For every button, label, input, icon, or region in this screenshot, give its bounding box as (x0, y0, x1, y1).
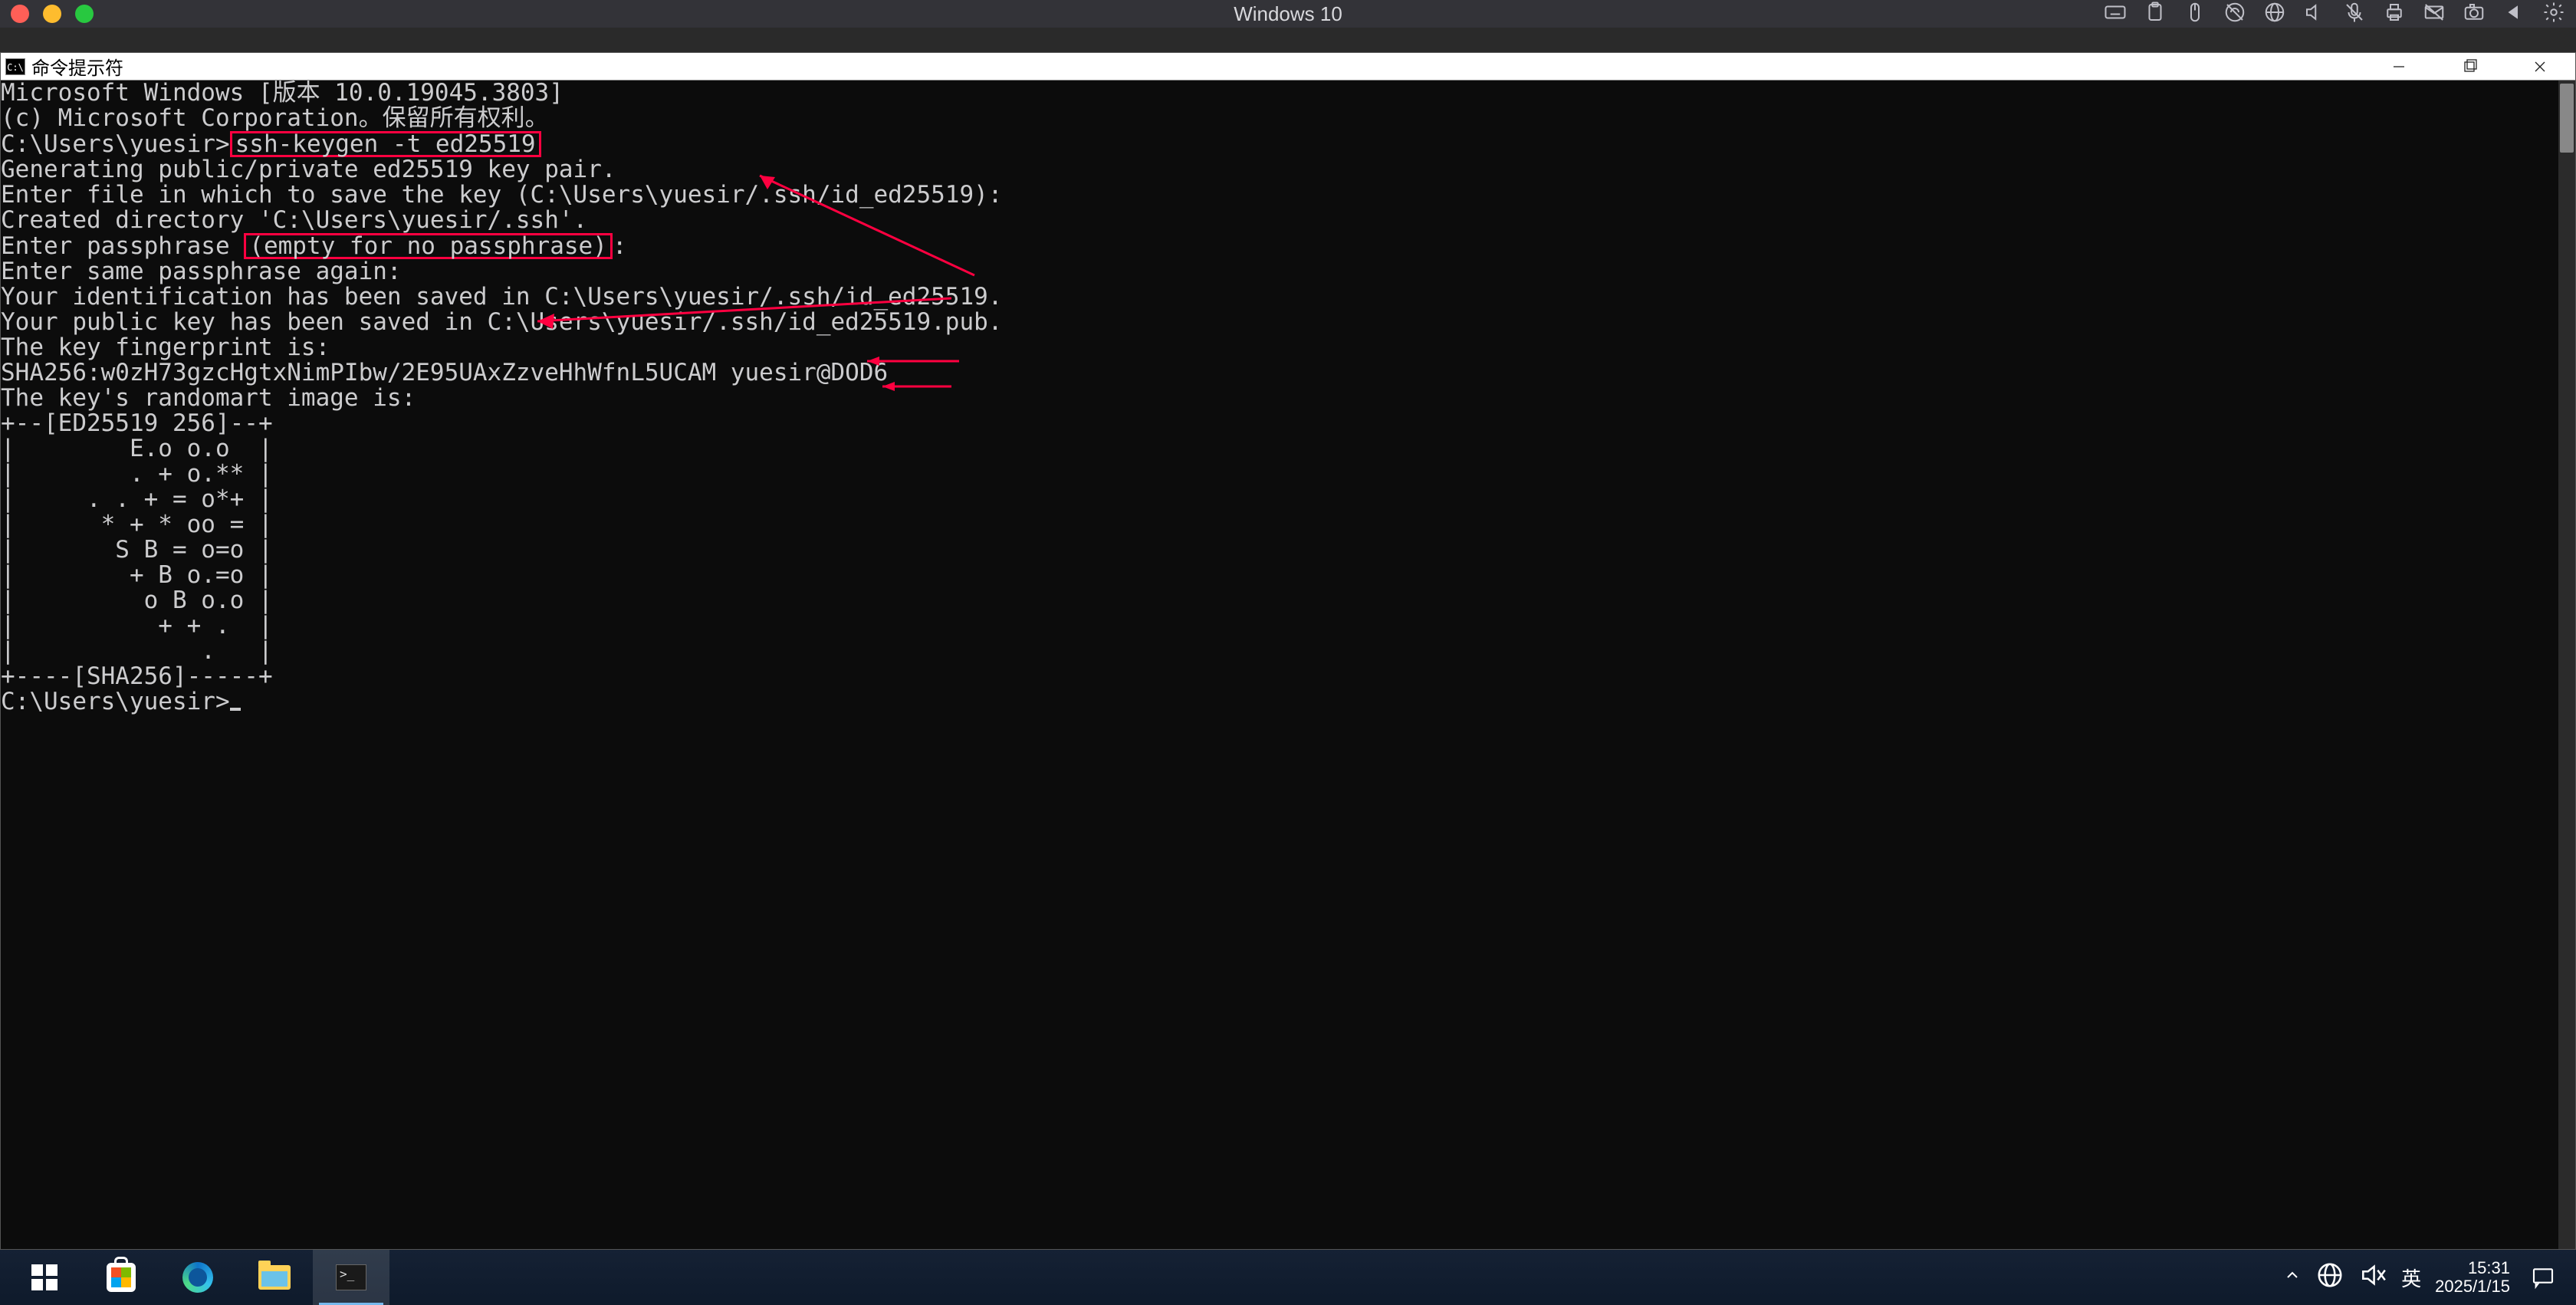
host-menu-icons (2104, 1, 2565, 28)
mac-zoom-button[interactable] (75, 5, 94, 23)
mac-minimize-button[interactable] (43, 5, 61, 23)
scrollbar-thumb[interactable] (2560, 84, 2574, 153)
cmd-titlebar[interactable]: C:\ 命令提示符 (1, 53, 2575, 81)
mac-traffic-lights (11, 5, 94, 23)
mail-off-icon[interactable] (2423, 1, 2446, 28)
tray-clock[interactable]: 15:31 2025/1/15 (2435, 1259, 2510, 1296)
printer-icon[interactable] (2383, 1, 2406, 28)
taskbar-cmd-icon[interactable] (313, 1250, 389, 1305)
gear-icon[interactable] (2542, 1, 2565, 28)
tray-date: 2025/1/15 (2435, 1277, 2510, 1296)
camera-icon[interactable] (2463, 1, 2486, 28)
cmd-icon: C:\ (5, 58, 25, 75)
tray-volume-icon[interactable] (2358, 1261, 2387, 1294)
volume-icon[interactable] (2303, 1, 2326, 28)
terminal-viewport[interactable]: Microsoft Windows [版本 10.0.19045.3803](c… (1, 81, 2558, 1249)
cmd-window-title: 命令提示符 (31, 53, 123, 80)
taskbar-edge-icon[interactable] (159, 1250, 236, 1305)
network-icon[interactable] (2263, 1, 2286, 28)
win-close-button[interactable] (2505, 53, 2575, 81)
sync-off-icon[interactable] (2223, 1, 2246, 28)
tray-ime-indicator[interactable]: 英 (2401, 1264, 2421, 1292)
vertical-scrollbar[interactable] (2558, 81, 2575, 1249)
mic-off-icon[interactable] (2343, 1, 2366, 28)
highlight-ssh-keygen-command: ssh-keygen -t ed25519 (230, 131, 541, 157)
terminal-cursor (230, 708, 241, 711)
taskbar-explorer-icon[interactable] (236, 1250, 313, 1305)
windows-taskbar: 英 15:31 2025/1/15 (0, 1250, 2576, 1305)
mac-close-button[interactable] (11, 5, 29, 23)
keyboard-icon[interactable] (2104, 1, 2127, 28)
collapse-icon[interactable] (2502, 1, 2525, 28)
tray-notifications-icon[interactable] (2524, 1250, 2562, 1305)
tray-chevron-icon[interactable] (2283, 1266, 2302, 1289)
cmd-window: C:\ 命令提示符 Microsoft Windows [版本 10.0.190… (0, 52, 2576, 1250)
win-minimize-button[interactable] (2364, 53, 2434, 81)
taskbar-store-icon[interactable] (83, 1250, 159, 1305)
tray-time: 15:31 (2435, 1259, 2510, 1277)
highlight-empty-passphrase: (empty for no passphrase) (244, 233, 613, 259)
mouse-icon[interactable] (2183, 1, 2206, 28)
tray-network-icon[interactable] (2315, 1261, 2344, 1294)
win-maximize-button[interactable] (2434, 53, 2505, 81)
start-button[interactable] (6, 1250, 83, 1305)
terminal-text: Microsoft Windows [版本 10.0.19045.3803](c… (1, 81, 2558, 715)
clipboard-icon[interactable] (2144, 1, 2167, 28)
host-titlebar: Windows 10 (0, 0, 2576, 28)
